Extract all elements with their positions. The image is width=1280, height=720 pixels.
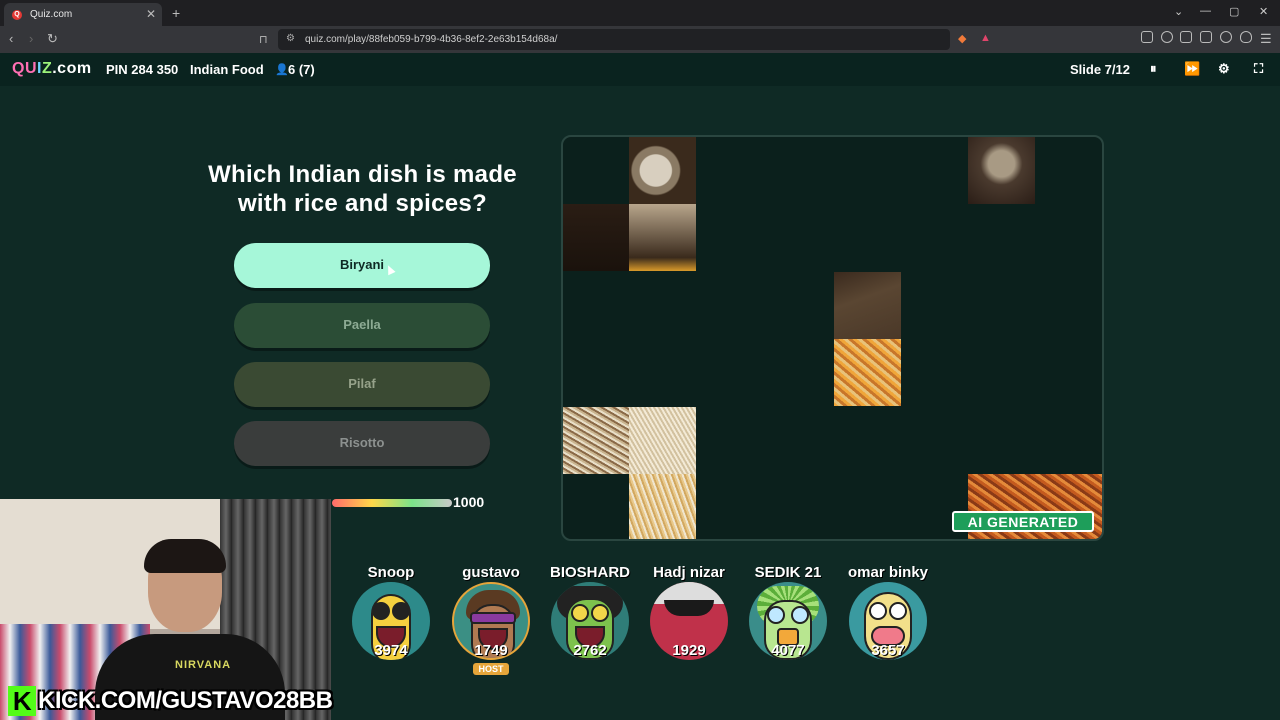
image-tile: [629, 204, 696, 271]
player-name: omar binky: [847, 564, 929, 581]
url-text: quiz.com/play/88feb059-b799-4b36-8ef2-2e…: [305, 34, 558, 45]
player-name: Hadj nizar: [653, 564, 725, 581]
player-name: gustavo: [462, 564, 520, 581]
skip-icon[interactable]: ⏩: [1184, 61, 1200, 77]
timer-value: 1000: [453, 494, 485, 510]
player-card: gustavo 1749 HOST: [446, 562, 536, 677]
forward-icon[interactable]: ›: [29, 31, 33, 46]
quiz-header: QUIZ.com PIN 284 350 Indian Food 👤 6 (7)…: [0, 53, 1280, 86]
slide-counter: Slide 7/12: [1070, 62, 1130, 77]
media-icon[interactable]: [1161, 31, 1173, 43]
webcam-hair: [144, 539, 226, 573]
vpn-icon[interactable]: [1240, 31, 1252, 43]
logo-qu: QU: [12, 60, 37, 77]
settings-gear-icon[interactable]: ⚙: [1218, 61, 1230, 77]
browser-nav-bar: ‹ › ↻ ⊓ ⚙ quiz.com/play/88feb059-b799-4b…: [0, 26, 1280, 53]
image-tile: [834, 272, 901, 339]
question-image: [561, 135, 1104, 541]
window-close-icon[interactable]: ✕: [1259, 5, 1268, 18]
extensions-icon[interactable]: [1141, 31, 1153, 43]
image-tile: [629, 407, 696, 474]
player-card: BIOSHARD 2762: [545, 562, 635, 660]
player-card: omar binky 3657: [843, 562, 933, 660]
bookmark-icon[interactable]: ⊓: [259, 33, 268, 46]
browser-tab-bar: Q Quiz.com ✕ + ⌄ — ▢ ✕: [0, 0, 1280, 26]
image-tile: [629, 474, 696, 539]
timer-bar: [332, 499, 452, 507]
kick-channel-banner: K KICK.COM/GUSTAVO28BB: [8, 686, 333, 716]
tab-title: Quiz.com: [30, 9, 73, 20]
tab-list-icon[interactable]: ⌄: [1174, 5, 1183, 18]
player-name: SEDIK 21: [754, 564, 822, 581]
webcam-shirt-text: NIRVANA: [175, 659, 232, 671]
new-tab-icon[interactable]: +: [172, 5, 180, 21]
player-card: Snoop 3974: [346, 562, 436, 660]
answer-option-1[interactable]: Biryani: [234, 243, 490, 288]
wallet-icon[interactable]: [1200, 31, 1212, 43]
reload-icon[interactable]: ↻: [47, 31, 58, 47]
image-tile: [629, 137, 696, 204]
image-tile: [563, 407, 630, 474]
address-bar[interactable]: ⚙ quiz.com/play/88feb059-b799-4b36-8ef2-…: [278, 29, 950, 50]
player-score: 1929: [672, 642, 706, 659]
minimize-icon[interactable]: —: [1200, 5, 1211, 17]
leo-ai-icon[interactable]: [1220, 31, 1232, 43]
site-info-icon[interactable]: ⚙: [286, 33, 295, 44]
player-score: 4077: [771, 642, 805, 659]
player-name: Snoop: [367, 564, 415, 581]
quiz-favicon-icon: Q: [12, 9, 22, 20]
sidebar-icon[interactable]: [1180, 31, 1192, 43]
logo-domain: .com: [52, 60, 92, 77]
question-text: Which Indian dish is made with rice and …: [208, 161, 517, 217]
ai-generated-badge: AI GENERATED: [952, 511, 1094, 532]
answer-option-3[interactable]: Pilaf: [234, 362, 490, 407]
player-count: 6 (7): [288, 62, 315, 77]
player-card: Hadj nizar 1929: [644, 562, 734, 660]
pause-icon[interactable]: ⏸: [1150, 61, 1157, 77]
answer-option-4[interactable]: Risotto: [234, 421, 490, 466]
kick-url: KICK.COM/GUSTAVO28BB: [38, 687, 333, 714]
kick-logo-icon: K: [8, 686, 36, 716]
logo-z: Z: [41, 60, 53, 77]
quiz-topic: Indian Food: [190, 62, 264, 77]
brave-shield-icon[interactable]: ◆: [958, 32, 966, 45]
back-icon[interactable]: ‹: [9, 31, 13, 46]
menu-icon[interactable]: ☰: [1260, 31, 1272, 47]
player-score: 2762: [573, 642, 607, 659]
game-pin: PIN 284 350: [106, 62, 179, 77]
player-name: BIOSHARD: [549, 564, 630, 581]
image-tile: [563, 204, 630, 271]
player-card: SEDIK 21 4077: [743, 562, 833, 660]
answer-option-2[interactable]: Paella: [234, 303, 490, 348]
player-score: 3657: [871, 642, 905, 659]
image-tile: [968, 137, 1035, 204]
brave-rewards-icon[interactable]: ▲: [980, 32, 991, 44]
player-count-icon: 👤: [275, 64, 289, 76]
restore-icon[interactable]: ▢: [1229, 5, 1239, 18]
browser-tab[interactable]: Q Quiz.com ✕: [4, 3, 162, 26]
image-tile: [834, 339, 901, 406]
quiz-logo[interactable]: QUIZ.com: [12, 60, 92, 78]
player-score: 1749: [474, 642, 508, 659]
fullscreen-icon[interactable]: ⛶: [1254, 61, 1263, 77]
close-tab-icon[interactable]: ✕: [146, 7, 156, 21]
player-score: 3974: [374, 642, 408, 659]
host-badge: HOST: [473, 663, 509, 675]
